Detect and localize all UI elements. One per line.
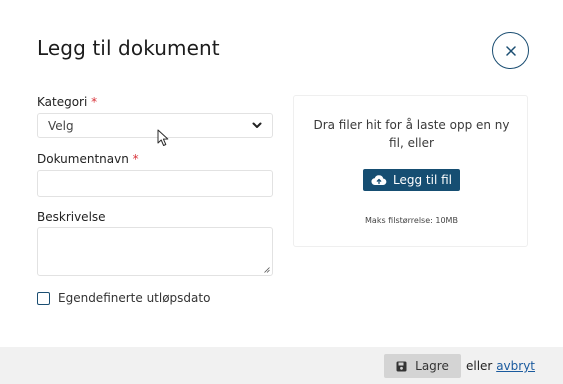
mouse-cursor-icon [157,129,169,146]
category-select[interactable]: Velg [37,113,273,138]
or-text: eller [466,359,493,373]
file-dropzone[interactable]: Dra filer hit for å laste opp en ny fil,… [293,95,528,247]
save-icon [396,361,407,371]
category-label: Kategori * [37,95,97,109]
description-textarea[interactable] [37,227,273,276]
save-button[interactable]: Lagre [384,354,461,378]
add-file-button[interactable]: Legg til fil [363,169,460,191]
add-file-label: Legg til fil [393,173,452,187]
cloud-upload-icon [371,175,387,186]
close-button[interactable] [492,32,529,69]
chevron-down-icon [252,122,262,128]
required-mark: * [91,95,98,109]
save-label: Lagre [415,359,449,373]
custom-expiry-label: Egendefinerte utløpsdato [58,291,211,305]
resize-handle-icon[interactable] [264,267,270,273]
dialog-title: Legg til dokument [37,36,220,60]
required-mark: * [132,152,139,166]
custom-expiry-checkbox[interactable] [37,291,50,305]
footer-actions: eller avbryt [466,359,535,373]
category-select-value: Velg [48,118,74,133]
category-label-text: Kategori [37,95,88,109]
document-name-label: Dokumentnavn * [37,152,139,166]
document-name-input[interactable] [37,170,273,197]
cancel-link[interactable]: avbryt [496,359,535,373]
max-file-size: Maks filstørrelse: 10MB [365,216,458,225]
close-icon [505,45,516,56]
custom-expiry-option[interactable]: Egendefinerte utløpsdato [37,291,210,305]
dialog-footer: Lagre eller avbryt [0,347,563,384]
document-name-label-text: Dokumentnavn [37,152,129,166]
description-label: Beskrivelse [37,210,106,224]
dropzone-instructions: Dra filer hit for å laste opp en ny fil,… [313,118,510,150]
